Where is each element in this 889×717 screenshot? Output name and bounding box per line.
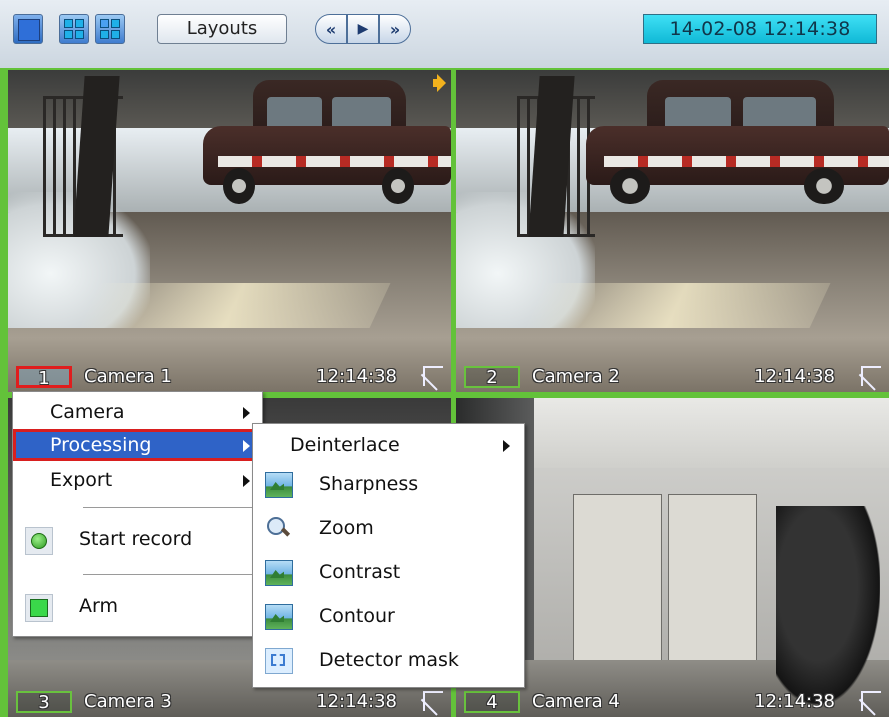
expand-corner-icon[interactable] (423, 366, 443, 386)
mixed-view-button[interactable] (95, 14, 125, 44)
playback-nav: « ▶ » (315, 14, 411, 44)
menu-item-deinterlace[interactable]: Deinterlace (253, 426, 524, 464)
expand-corner-icon[interactable] (861, 366, 881, 386)
menu-item-contrast[interactable]: Contrast (253, 550, 524, 594)
zoom-icon (265, 516, 291, 540)
menu-item-sharpness[interactable]: Sharpness (253, 462, 524, 506)
menu-item-arm[interactable]: Arm (13, 586, 262, 626)
menu-item-label: Contrast (319, 561, 401, 583)
menu-item-detector-mask[interactable]: Detector mask (253, 638, 524, 682)
camera-3-name: Camera 3 (84, 691, 172, 712)
menu-item-camera[interactable]: Camera (13, 396, 262, 428)
camera-context-menu: Camera Processing Export Start record Ar… (12, 391, 263, 637)
camera-2-name: Camera 2 (532, 366, 620, 387)
camera-3-status-bar: 3 Camera 3 12:14:38 (8, 689, 451, 717)
camera-2-time: 12:14:38 (754, 366, 835, 387)
expand-corner-icon[interactable] (423, 691, 443, 711)
camera-2-video (456, 70, 889, 392)
menu-item-label: Export (50, 469, 113, 491)
forward-icon: » (389, 19, 401, 39)
mixed-grid-icon (100, 19, 120, 39)
sharpness-icon (265, 472, 293, 498)
menu-divider (83, 507, 253, 509)
camera-3-number[interactable]: 3 (16, 691, 72, 713)
speaker-icon (433, 74, 447, 92)
quad-grid-icon (64, 19, 84, 39)
menu-item-contour[interactable]: Contour (253, 594, 524, 638)
menu-divider (83, 574, 253, 576)
camera-1-number[interactable]: 1 (16, 366, 72, 388)
camera-3-time: 12:14:38 (316, 691, 397, 712)
menu-item-label: Camera (50, 401, 125, 423)
camera-2-number[interactable]: 2 (464, 366, 520, 388)
menu-item-label: Sharpness (319, 473, 419, 495)
arm-icon (25, 594, 53, 622)
camera-4-number[interactable]: 4 (464, 691, 520, 713)
contour-icon (265, 604, 293, 630)
menu-item-label: Arm (79, 595, 118, 617)
expand-corner-icon[interactable] (861, 691, 881, 711)
processing-submenu: Deinterlace Sharpness Zoom Contrast Cont… (252, 423, 525, 688)
camera-4-status-bar: 4 Camera 4 12:14:38 (456, 689, 889, 717)
camera-view-1[interactable]: 1 Camera 1 12:14:38 (8, 70, 451, 392)
forward-button[interactable]: » (379, 14, 411, 44)
rewind-button[interactable]: « (315, 14, 347, 44)
datetime-display: 14-02-08 12:14:38 (643, 14, 877, 44)
menu-item-label: Start record (79, 528, 193, 550)
camera-4-name: Camera 4 (532, 691, 620, 712)
menu-item-label: Contour (319, 605, 395, 627)
layouts-button[interactable]: Layouts (157, 14, 287, 44)
contrast-icon (265, 560, 293, 586)
menu-item-export[interactable]: Export (13, 464, 262, 496)
camera-1-name: Camera 1 (84, 366, 172, 387)
submenu-arrow-icon (243, 440, 250, 452)
play-button[interactable]: ▶ (347, 14, 379, 44)
single-view-button[interactable] (13, 14, 43, 44)
quad-view-button[interactable] (59, 14, 89, 44)
menu-item-label: Detector mask (319, 649, 459, 671)
menu-item-label: Zoom (319, 517, 374, 539)
menu-item-processing[interactable]: Processing (13, 429, 262, 461)
menu-item-zoom[interactable]: Zoom (253, 506, 524, 550)
camera-view-2[interactable]: 2 Camera 2 12:14:38 (456, 70, 889, 392)
toolbar: Layouts « ▶ » 14-02-08 12:14:38 (0, 0, 889, 69)
camera-2-status-bar: 2 Camera 2 12:14:38 (456, 364, 889, 392)
detector-mask-icon (265, 648, 293, 674)
play-icon: ▶ (357, 21, 369, 37)
camera-1-status-bar: 1 Camera 1 12:14:38 (8, 364, 451, 392)
record-icon (25, 527, 53, 555)
rewind-icon: « (325, 19, 337, 39)
menu-item-label: Deinterlace (290, 434, 400, 456)
submenu-arrow-icon (243, 407, 250, 419)
camera-4-time: 12:14:38 (754, 691, 835, 712)
submenu-arrow-icon (503, 440, 510, 452)
camera-1-time: 12:14:38 (316, 366, 397, 387)
submenu-arrow-icon (243, 475, 250, 487)
menu-item-label: Processing (50, 434, 152, 456)
video-surveillance-app: Layouts « ▶ » 14-02-08 12:14:38 1 Camera… (0, 0, 889, 717)
menu-item-start-record[interactable]: Start record (13, 519, 262, 559)
camera-1-video (8, 70, 451, 392)
